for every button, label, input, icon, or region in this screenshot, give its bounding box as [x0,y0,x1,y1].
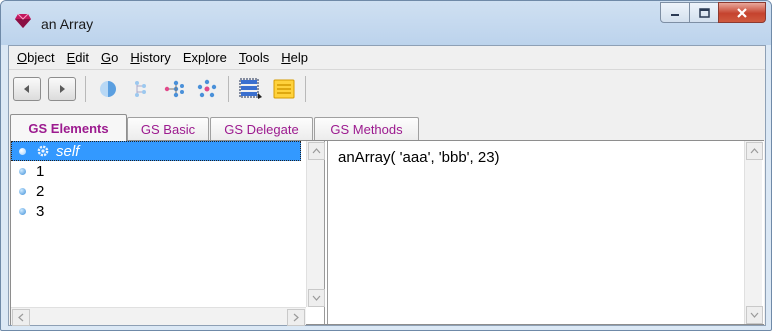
elements-list: self 1 2 3 [11,141,325,326]
menu-bar: Object Edit Go History Explore Tools Hel… [9,46,765,70]
tree-icon [135,81,146,97]
window-title: an Array [41,16,94,32]
list-icon [239,78,262,99]
minimize-icon [671,13,679,16]
half-circle-icon [100,81,116,97]
chevron-up-icon [750,148,759,154]
list-item-label: self [56,142,80,160]
arrow-right-icon [60,85,65,93]
forward-button[interactable] [48,77,76,101]
toolbar-separator [228,76,229,102]
menu-tools[interactable]: Tools [239,50,269,65]
bullet-icon [19,187,26,195]
tab-gs-elements[interactable]: GS Elements [10,114,127,141]
bullet-icon [19,167,26,175]
menu-help[interactable]: Help [281,50,308,65]
app-logo-icon [15,13,31,28]
tab-gs-basic[interactable]: GS Basic [127,117,209,140]
close-icon [737,7,747,18]
chevron-right-icon [293,313,299,322]
notes-button[interactable] [270,76,298,102]
bullet-icon [19,207,26,215]
bullet-icon [19,147,26,155]
list-item-self[interactable]: self [11,141,301,161]
chevron-left-icon [18,313,24,322]
value-text[interactable]: anArray( 'aaa', 'bbb', 23) [338,149,500,166]
toolbar [9,71,765,107]
close-button[interactable] [718,2,766,23]
tab-gs-delegate[interactable]: GS Delegate [210,117,313,140]
value-text-pane[interactable]: anArray( 'aaa', 'bbb', 23) [327,141,764,324]
list-item[interactable]: 3 [11,201,44,221]
window-controls [660,2,766,23]
notepad-icon [273,79,295,99]
elements-vertical-scrollbar[interactable] [306,141,325,307]
list-item-label: 2 [36,182,45,200]
chevron-up-icon [312,148,321,154]
chevron-down-icon [312,295,321,301]
toolbar-separator [85,76,86,102]
cluster-button[interactable] [193,76,221,102]
value-vertical-scrollbar[interactable] [744,141,763,324]
inspector-tabs: GS Elements GS Basic GS Delegate GS Meth… [10,114,765,141]
scroll-down-button[interactable] [746,306,763,324]
list-item-label: 3 [36,202,45,220]
scroll-right-button[interactable] [287,309,305,326]
gear-icon [37,145,49,157]
minimize-button[interactable] [660,2,690,23]
list-item[interactable]: 1 [11,161,44,181]
scroll-down-button[interactable] [308,289,325,307]
back-button[interactable] [13,77,41,101]
inspector-panes: self 1 2 3 anArray('aaa', 'bbb', 23) [10,140,764,326]
references-button[interactable] [160,76,188,102]
cluster-icon [197,79,217,98]
list-item[interactable]: 2 [11,181,44,201]
tab-gs-methods[interactable]: GS Methods [314,117,419,140]
menu-object[interactable]: Object [17,50,55,65]
elements-horizontal-scrollbar[interactable] [11,307,306,326]
inspect-button[interactable] [94,76,122,102]
maximize-button[interactable] [689,2,719,23]
title-bar[interactable]: an Array [1,1,771,45]
scroll-left-button[interactable] [12,309,30,326]
toolbar-separator [305,76,306,102]
menu-explore[interactable]: Explore [183,50,227,65]
maximize-icon [698,7,710,18]
menu-go[interactable]: Go [101,50,118,65]
client-area: Object Edit Go History Explore Tools Hel… [8,45,766,326]
list-item-label: 1 [36,162,45,180]
app-window: an Array Object Edit Go History Explore … [0,0,772,331]
list-view-button[interactable] [237,76,265,102]
scroll-up-button[interactable] [746,142,763,160]
chevron-down-icon [750,312,759,318]
scroll-up-button[interactable] [308,142,325,160]
arrow-left-icon [24,85,29,93]
menu-edit[interactable]: Edit [67,50,89,65]
graph-icon [164,80,184,98]
hierarchy-button[interactable] [127,76,155,102]
menu-history[interactable]: History [130,50,170,65]
